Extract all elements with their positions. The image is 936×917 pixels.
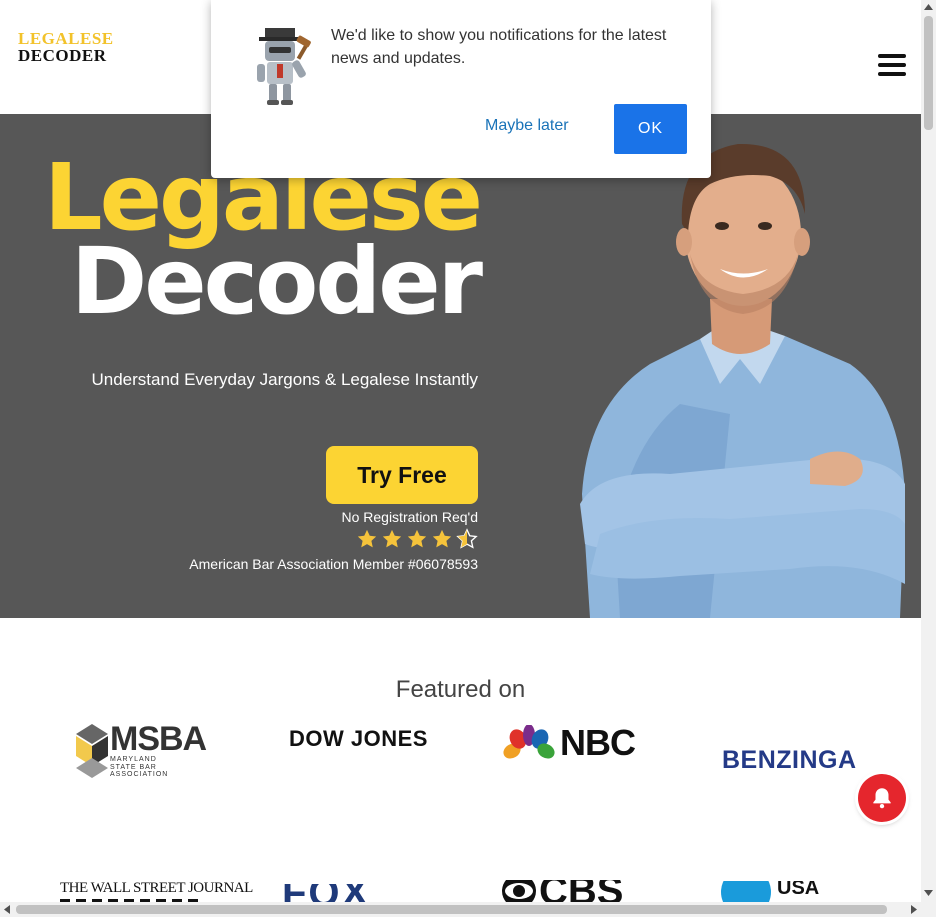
star-full-icon [357,529,377,548]
nbc-peacock-icon [503,725,555,760]
vertical-scroll-thumb[interactable] [924,16,933,130]
notification-message: We'd like to show you notifications for … [331,27,667,67]
msba-logo: MSBA MARYLAND STATE BAR ASSOCIATION [76,720,207,779]
usa-circle-icon [721,881,771,902]
robot-judge-icon [257,28,311,105]
benzinga-logo: BENZINGA [722,746,857,775]
notification-prompt: We'd like to show you notifications for … [211,0,711,178]
scroll-down-arrow-icon[interactable] [924,890,933,896]
usa-today-logo: USA [721,881,819,902]
bell-icon [873,788,891,809]
hero-subtitle: Understand Everyday Jargons & Legalese I… [91,370,478,389]
horizontal-scroll-thumb[interactable] [16,905,887,914]
page: LEGALESE DECODER Legalese Decoder Unders… [0,0,921,917]
featured-on-title: Featured on [395,676,526,703]
nbc-text: NBC [560,722,636,763]
try-free-button[interactable]: Try Free [326,446,478,504]
msba-mark-icon [76,723,108,778]
hero-title-line2: Decoder [70,228,483,335]
star-half-icon [456,528,478,549]
scroll-right-arrow-icon[interactable] [911,905,917,914]
msba-name: MSBA [110,720,207,758]
aba-membership: American Bar Association Member #0607859… [189,556,478,572]
horizontal-scrollbar[interactable] [0,902,936,917]
hamburger-menu-icon[interactable] [878,54,906,76]
man-portrait-image [580,143,905,618]
site-logo[interactable]: LEGALESE DECODER [18,30,114,64]
dow-jones-logo: DOW JONES [289,726,428,752]
fox-text: FOX [282,884,370,902]
dow-jones-text: DOW JONES [289,726,428,751]
logo-top-text: LEGALESE [18,29,114,48]
logo-bottom-text: DECODER [18,46,107,65]
cbs-eye-icon [502,880,536,902]
scroll-up-arrow-icon[interactable] [924,4,933,10]
benzinga-text: BENZINGA [722,746,857,774]
nbc-logo: NBC [502,722,636,764]
vertical-scrollbar[interactable] [921,0,936,902]
no-registration-note: No Registration Req'd [341,509,478,525]
hero-section: Legalese Decoder Understand Everyday Jar… [0,114,921,618]
msba-subtitle: MARYLAND STATE BAR ASSOCIATION [110,756,169,779]
wsj-text: THE WALL STREET JOURNAL [60,880,253,896]
star-full-icon [407,529,427,548]
cbs-text: CBS [539,880,624,902]
cbs-logo: CBS [501,880,623,902]
fox-logo: FOX [282,884,370,902]
scroll-left-arrow-icon[interactable] [4,905,10,914]
notification-bell-button[interactable] [858,774,906,822]
ok-button[interactable]: OK [614,104,687,154]
star-rating [356,528,478,550]
maybe-later-button[interactable]: Maybe later [485,117,569,135]
star-full-icon [382,529,402,548]
usa-text: USA [777,881,820,899]
star-full-icon [432,529,452,548]
